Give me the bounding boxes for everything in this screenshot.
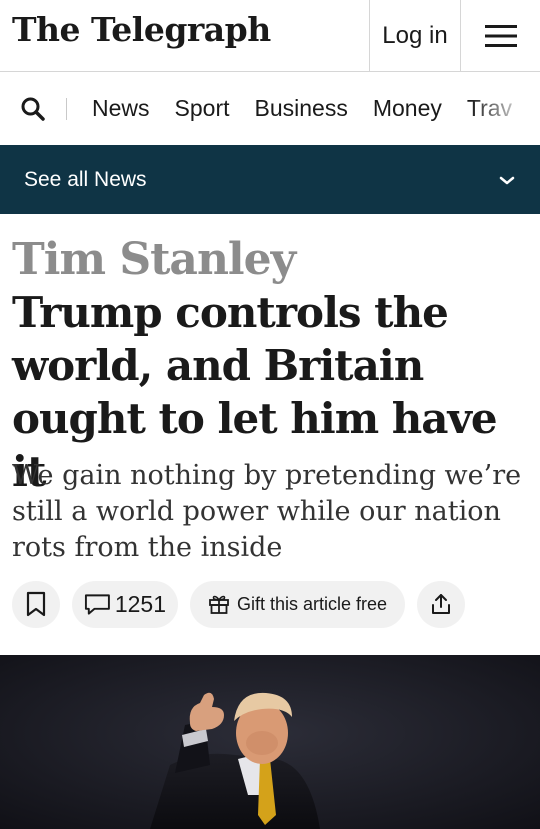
gift-icon: [209, 595, 229, 614]
see-all-news-bar[interactable]: See all News: [0, 145, 540, 214]
nav-items: News Sport Business Money Trav: [92, 72, 537, 145]
login-label: Log in: [382, 22, 448, 49]
share-icon: [432, 594, 450, 614]
nav-item-travel[interactable]: Trav: [467, 95, 512, 122]
article-standfirst: We gain nothing by pretending we’re stil…: [12, 460, 522, 563]
article-hero-image: [0, 655, 540, 829]
gift-article-button[interactable]: Gift this article free: [190, 580, 405, 628]
share-button[interactable]: [417, 580, 465, 628]
bookmark-button[interactable]: [12, 580, 60, 628]
hero-photo: [0, 655, 540, 829]
comments-button[interactable]: 1251: [72, 580, 178, 628]
comment-icon: [84, 594, 110, 615]
comment-count: 1251: [114, 590, 166, 617]
site-header: The Telegraph Log in: [0, 0, 540, 72]
see-all-news-label: See all News: [24, 167, 147, 191]
nav-item-business[interactable]: Business: [255, 95, 348, 122]
search-icon[interactable]: [20, 96, 46, 122]
menu-button[interactable]: [461, 0, 540, 72]
chevron-down-icon: [499, 176, 515, 184]
hamburger-menu-icon: [484, 25, 517, 47]
article-actions: 1251 Gift this article free: [12, 580, 465, 628]
nav-item-sport[interactable]: Sport: [175, 95, 230, 122]
nav-item-money[interactable]: Money: [373, 95, 442, 122]
section-nav: News Sport Business Money Trav: [0, 72, 540, 145]
nav-divider: [66, 98, 67, 120]
login-button[interactable]: Log in: [369, 0, 461, 72]
telegraph-logo[interactable]: The Telegraph: [12, 10, 271, 49]
gift-article-label: Gift this article free: [236, 593, 388, 614]
article-author[interactable]: Tim Stanley: [12, 234, 296, 285]
nav-item-news[interactable]: News: [92, 95, 150, 122]
bookmark-icon: [26, 591, 46, 617]
